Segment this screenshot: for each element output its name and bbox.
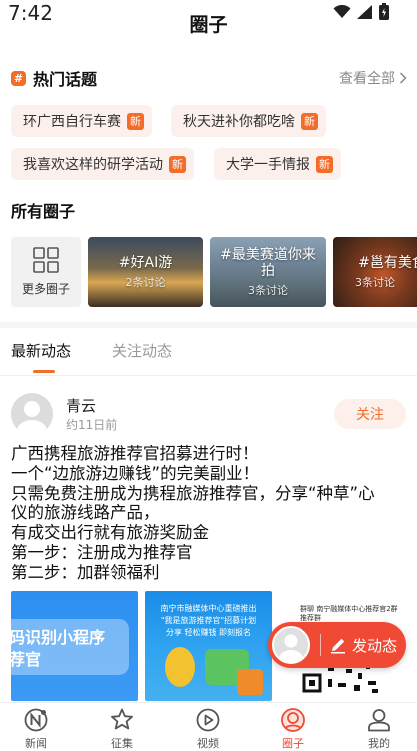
tabbar-label: 圈子 xyxy=(282,737,304,750)
topic-chip[interactable]: 环广西自行车赛 新 xyxy=(11,105,152,137)
section-divider xyxy=(0,322,417,328)
play-icon xyxy=(196,708,220,732)
post-line: 广西携程旅游推荐官招募进行时！ xyxy=(11,444,259,463)
hot-topics-header: # 热门话题 查看全部 xyxy=(11,66,407,90)
post-dynamic-button[interactable]: 发动态 xyxy=(268,622,406,668)
fab-label-group: 发动态 xyxy=(329,635,397,656)
post-time: 约11日前 xyxy=(66,418,118,432)
star-icon xyxy=(111,708,133,730)
coin-graphic xyxy=(165,647,195,687)
box-graphic xyxy=(237,669,263,695)
tabbar-item-news[interactable]: 新闻 xyxy=(1,707,71,751)
tabbar-item-video[interactable]: 视频 xyxy=(173,707,243,751)
circle-name: #最美赛道你来拍 xyxy=(220,246,316,279)
image-text: 南宁市融媒体中心重磅推出 "我是旅游推荐官"招募计划 分享 轻松赚钱 即刻报名 xyxy=(160,604,257,637)
circle-name: #邕有美食 xyxy=(358,254,417,271)
tabbar-label: 我的 xyxy=(368,737,390,750)
post-line: 只需免费注册成为携程旅游推荐官，分享“种草”心 xyxy=(11,483,375,503)
post-line: 仪的旅游线路产品， xyxy=(11,503,160,523)
grid-icon xyxy=(33,247,59,273)
all-circles-title: 所有圈子 xyxy=(11,202,76,221)
tab-latest[interactable]: 最新动态 xyxy=(11,340,71,361)
tabbar-item-circle[interactable]: 圈子 xyxy=(258,707,328,751)
tabbar-item-collect[interactable]: 征集 xyxy=(87,707,157,751)
post-line: 第二步：加群领福利 xyxy=(11,562,160,582)
see-all-label: 查看全部 xyxy=(339,71,395,87)
circle-count: 3条讨论 xyxy=(248,283,288,297)
news-icon xyxy=(24,708,48,732)
circle-card[interactable]: #最美赛道你来拍 3条讨论 xyxy=(210,237,326,307)
more-circles-label: 更多圈子 xyxy=(21,282,70,296)
follow-button[interactable]: 关注 xyxy=(334,399,406,429)
post-line: 有成交出行就有旅游奖励金 xyxy=(11,523,209,543)
see-all-link[interactable]: 查看全部 xyxy=(339,68,407,88)
circle-card[interactable]: #好AI游 2条讨论 xyxy=(88,237,203,307)
edit-icon xyxy=(331,638,345,654)
tabbar-label: 征集 xyxy=(111,737,133,750)
circle-card[interactable]: #邕有美食 3条讨论 xyxy=(333,237,417,307)
hot-topics-title: 热门话题 xyxy=(33,70,98,89)
topic-chip[interactable]: 秋天进补你都吃啥 新 xyxy=(171,105,326,137)
topic-label: 秋天进补你都吃啥 xyxy=(183,114,295,130)
circle-name: #好AI游 xyxy=(118,254,173,271)
author-name[interactable]: 青云 xyxy=(66,395,96,416)
post-line: 一个“边旅游边赚钱”的完美副业！ xyxy=(11,463,260,483)
user-icon xyxy=(368,709,390,732)
new-badge: 新 xyxy=(301,112,318,130)
active-tab-indicator xyxy=(33,370,55,373)
tab-following[interactable]: 关注动态 xyxy=(112,340,172,361)
page-title: 圈子 xyxy=(189,14,228,36)
tabbar-item-mine[interactable]: 我的 xyxy=(344,707,414,751)
chevron-right-icon xyxy=(399,72,407,84)
topic-label: 我喜欢这样的研学活动 xyxy=(23,157,163,173)
fab-avatar xyxy=(272,626,310,664)
topic-chip[interactable]: 大学一手情报 新 xyxy=(214,148,341,180)
topic-label: 大学一手情报 xyxy=(226,157,310,173)
post-line: 第一步：注册成为推荐官 xyxy=(11,542,193,562)
fab-separator xyxy=(320,634,321,656)
post-body[interactable]: 广西携程旅游推荐官招募进行时！ 一个“边旅游边赚钱”的完美副业！ 只需免费注册成… xyxy=(11,444,411,583)
topic-label: 环广西自行车赛 xyxy=(23,114,121,130)
tabbar-label: 视频 xyxy=(197,737,219,750)
default-avatar-icon xyxy=(279,634,303,662)
avatar[interactable] xyxy=(11,393,53,435)
image-text: 码识别小程序 荐官 xyxy=(11,628,106,669)
circle-count: 3条讨论 xyxy=(355,275,395,289)
new-badge: 新 xyxy=(316,155,333,173)
post-image[interactable]: 南宁市融媒体中心重磅推出 "我是旅游推荐官"招募计划 分享 轻松赚钱 即刻报名 xyxy=(145,591,272,701)
circle-count: 2条讨论 xyxy=(125,275,166,289)
more-circles-button[interactable]: 更多圈子 xyxy=(11,237,81,307)
new-badge: 新 xyxy=(127,112,144,130)
topic-chip[interactable]: 我喜欢这样的研学活动 新 xyxy=(11,148,194,180)
hashtag-icon: # xyxy=(11,70,26,86)
tabs-divider xyxy=(0,375,417,376)
tabbar-label: 新闻 xyxy=(25,737,47,750)
new-badge: 新 xyxy=(169,155,186,173)
fab-label: 发动态 xyxy=(352,636,398,655)
image-text: 群聊 南宁融媒体中心推荐官2群 推荐群 xyxy=(300,605,398,622)
post-image[interactable]: 码识别小程序 荐官 xyxy=(11,591,138,701)
circle-icon xyxy=(281,708,305,732)
default-avatar-icon xyxy=(17,401,47,435)
bottom-tab-bar: 新闻 征集 视频 圈子 我的 xyxy=(0,702,417,751)
